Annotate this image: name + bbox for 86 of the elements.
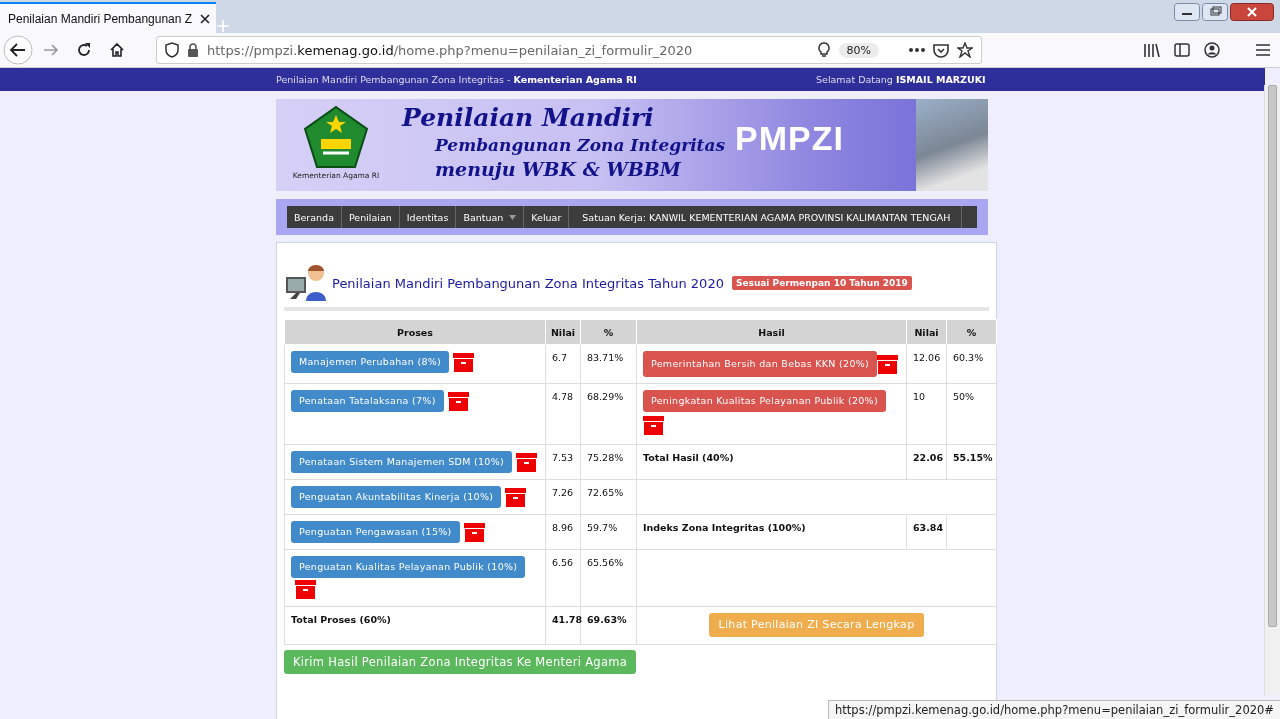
table-cell: 63.84 xyxy=(906,514,947,550)
banner-tagline: menuju WBK & WBBM xyxy=(435,158,682,180)
zoom-level[interactable]: 80% xyxy=(838,42,879,58)
brand-name: PMPZI xyxy=(735,119,844,159)
table-cell: 65.56% xyxy=(580,549,637,607)
archive-box-icon[interactable] xyxy=(516,453,538,472)
table-cell: 12.06 xyxy=(906,344,947,384)
pocket-icon[interactable] xyxy=(933,42,949,58)
table-cell: 72.65% xyxy=(580,479,637,515)
menu-icon[interactable] xyxy=(1256,44,1270,56)
nav-link[interactable]: Identitas xyxy=(399,206,457,228)
process-button[interactable]: Penataan Tatalaksana (7%) xyxy=(291,390,444,412)
table-cell: 22.06 xyxy=(906,444,947,480)
table-cell: 60.3% xyxy=(946,344,997,384)
archive-box-icon[interactable] xyxy=(877,355,899,374)
close-tab-icon[interactable] xyxy=(200,13,210,24)
computer-user-icon xyxy=(284,263,328,303)
table-cell: 59.7% xyxy=(580,514,637,550)
table-cell: 7.53 xyxy=(545,444,581,480)
table-cell: Total Hasil (40%) xyxy=(636,444,907,480)
close-icon[interactable] xyxy=(1230,3,1274,21)
scrollbar[interactable] xyxy=(1264,85,1280,695)
archive-box-icon[interactable] xyxy=(643,416,664,435)
welcome-text: Selamat Datang ISMAIL MARZUKI xyxy=(816,74,986,85)
table-cell: 6.7 xyxy=(545,344,581,384)
more-icon[interactable] xyxy=(909,48,925,52)
table-cell: 55.15% xyxy=(946,444,997,480)
table-cell: Indeks Zona Integritas (100%) xyxy=(636,514,907,550)
star-icon[interactable] xyxy=(957,42,973,58)
back-icon[interactable] xyxy=(3,35,33,65)
table-cell: 4.78 xyxy=(545,383,581,445)
process-button[interactable]: Penguatan Akuntabilitas Kinerja (10%) xyxy=(291,486,502,508)
account-icon[interactable] xyxy=(1204,42,1220,58)
result-button[interactable]: Pemerintahan Bersih dan Bebas KKN (20%) xyxy=(643,351,878,377)
shield-icon xyxy=(165,42,179,58)
process-button[interactable]: Penguatan Kualitas Pelayanan Publik (10%) xyxy=(291,556,526,578)
work-unit-label: Satuan Kerja: KANWIL KEMENTERIAN AGAMA PROVINSI KALIMANTAN TENGAH xyxy=(569,206,963,228)
archive-box-icon[interactable] xyxy=(505,488,527,507)
column-header: Nilai xyxy=(906,319,947,345)
column-header: Nilai xyxy=(545,319,581,345)
table-cell: Total Proses (60%) xyxy=(284,606,546,645)
sidebar-icon[interactable] xyxy=(1174,43,1190,57)
lightbulb-icon[interactable] xyxy=(816,42,831,58)
reload-icon[interactable] xyxy=(76,42,92,58)
submit-button[interactable]: Kirim Hasil Penilaian Zona Integritas Ke Menteri Agama xyxy=(284,650,637,674)
process-button[interactable]: Penataan Sistem Manajemen SDM (10%) xyxy=(291,451,513,473)
home-icon[interactable] xyxy=(109,42,125,58)
library-icon[interactable] xyxy=(1144,43,1160,57)
archive-box-icon[interactable] xyxy=(295,580,316,599)
banner-title: Penilaian Mandiri xyxy=(402,103,655,132)
nav-link[interactable]: Beranda xyxy=(287,206,342,228)
table-cell: 8.96 xyxy=(545,514,581,550)
table-cell: 50% xyxy=(946,383,997,445)
lock-icon xyxy=(187,43,199,57)
table-cell: 68.29% xyxy=(580,383,637,445)
process-button[interactable]: Penguatan Pengawasan (15%) xyxy=(291,521,460,543)
nav-link[interactable]: Penilaian xyxy=(341,206,400,228)
archive-box-icon[interactable] xyxy=(453,353,475,372)
column-header: % xyxy=(946,319,997,345)
dropdown-caret-icon xyxy=(509,214,517,220)
result-button[interactable]: Peningkatan Kualitas Pelayanan Publik (20%) xyxy=(643,390,886,412)
nav-link[interactable]: Bantuan xyxy=(456,206,525,228)
panel-title: Penilaian Mandiri Pembangunan Zona Integritas Tahun 2020 xyxy=(332,275,724,291)
header-title: Penilaian Mandiri Pembangunan Zona Integritas - Kementerian Agama RI xyxy=(276,74,638,85)
table-cell: 10 xyxy=(906,383,947,445)
forward-icon[interactable] xyxy=(43,42,59,58)
process-button[interactable]: Manajemen Perubahan (8%) xyxy=(291,351,450,373)
nav-link[interactable]: Keluar xyxy=(524,206,570,228)
table-cell: 75.28% xyxy=(580,444,637,480)
banner-subtitle: Pembangunan Zona Integritas xyxy=(435,135,726,155)
minimize-icon[interactable] xyxy=(1174,3,1200,21)
table-cell: 6.56 xyxy=(545,549,581,607)
table-cell: 7.26 xyxy=(545,479,581,515)
archive-box-icon[interactable] xyxy=(463,523,485,542)
table-cell: 83.71% xyxy=(580,344,637,384)
column-header: Hasil xyxy=(636,319,907,345)
browser-tab[interactable]: Penilaian Mandiri Pembangunan Z xyxy=(0,2,216,33)
table-cell: 41.78 xyxy=(545,606,581,645)
regulation-badge: Sesuai Permenpan 10 Tahun 2019 xyxy=(731,276,912,290)
url-text[interactable]: https://pmpzi.kemenag.go.id/home.php?menu=penilaian_zi_formulir_2020 xyxy=(207,42,809,58)
archive-box-icon[interactable] xyxy=(447,392,469,411)
column-header: % xyxy=(580,319,637,345)
column-header: Proses xyxy=(284,319,546,345)
link-status-tooltip: https://pmpzi.kemenag.go.id/home.php?menu=penilaian_zi_formulir_2020# xyxy=(828,700,1280,719)
restore-icon[interactable] xyxy=(1202,3,1228,21)
emblem-icon xyxy=(303,105,369,169)
